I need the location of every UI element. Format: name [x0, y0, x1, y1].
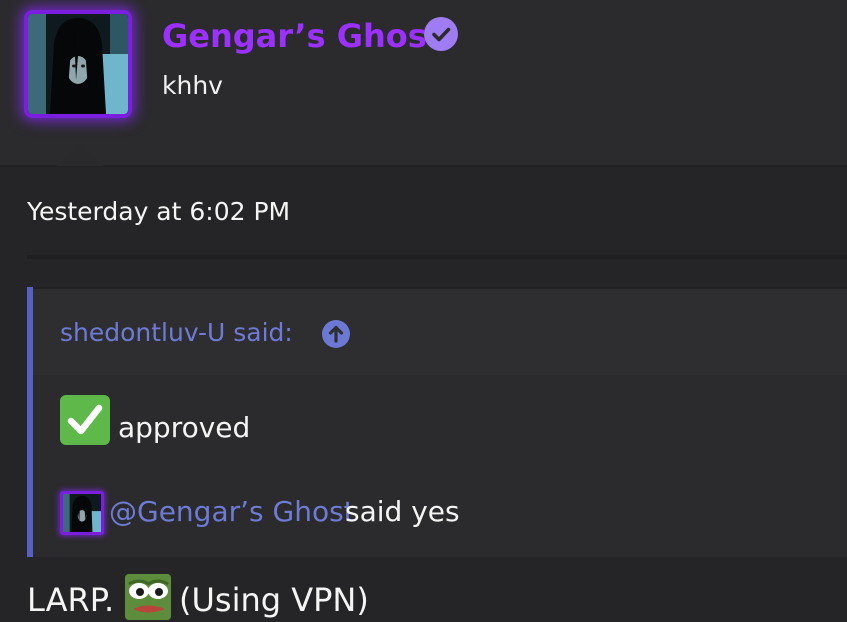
- check-badge-icon: [424, 17, 458, 51]
- user-header: Gengar’s Ghost khhv: [0, 0, 847, 167]
- arrow-up-circle-icon[interactable]: [322, 320, 350, 348]
- username[interactable]: Gengar’s Ghost: [162, 14, 442, 58]
- divider: [27, 255, 847, 259]
- user-mention-link[interactable]: @Gengar’s Ghost: [109, 492, 355, 532]
- quote-text: said yes: [345, 495, 460, 528]
- quote-header: shedontluv-U said:: [33, 287, 847, 375]
- pepe-frog-emoji: [125, 574, 171, 620]
- post-text: (Using VPN): [179, 581, 369, 619]
- user-status: khhv: [162, 71, 223, 100]
- quote-text: approved: [118, 411, 251, 444]
- user-avatar[interactable]: [24, 10, 132, 118]
- quote-block: shedontluv-U said: approved @Gengar’s Gh…: [27, 287, 847, 557]
- header-caret: [57, 142, 103, 166]
- white-check-mark-icon: [60, 395, 110, 445]
- post-timestamp[interactable]: Yesterday at 6:02 PM: [27, 194, 290, 230]
- post-text: LARP.: [27, 581, 115, 619]
- ghost-girl-avatar: [28, 14, 128, 114]
- quote-author[interactable]: shedontluv-U said:: [60, 315, 293, 351]
- mention-avatar: [60, 491, 104, 535]
